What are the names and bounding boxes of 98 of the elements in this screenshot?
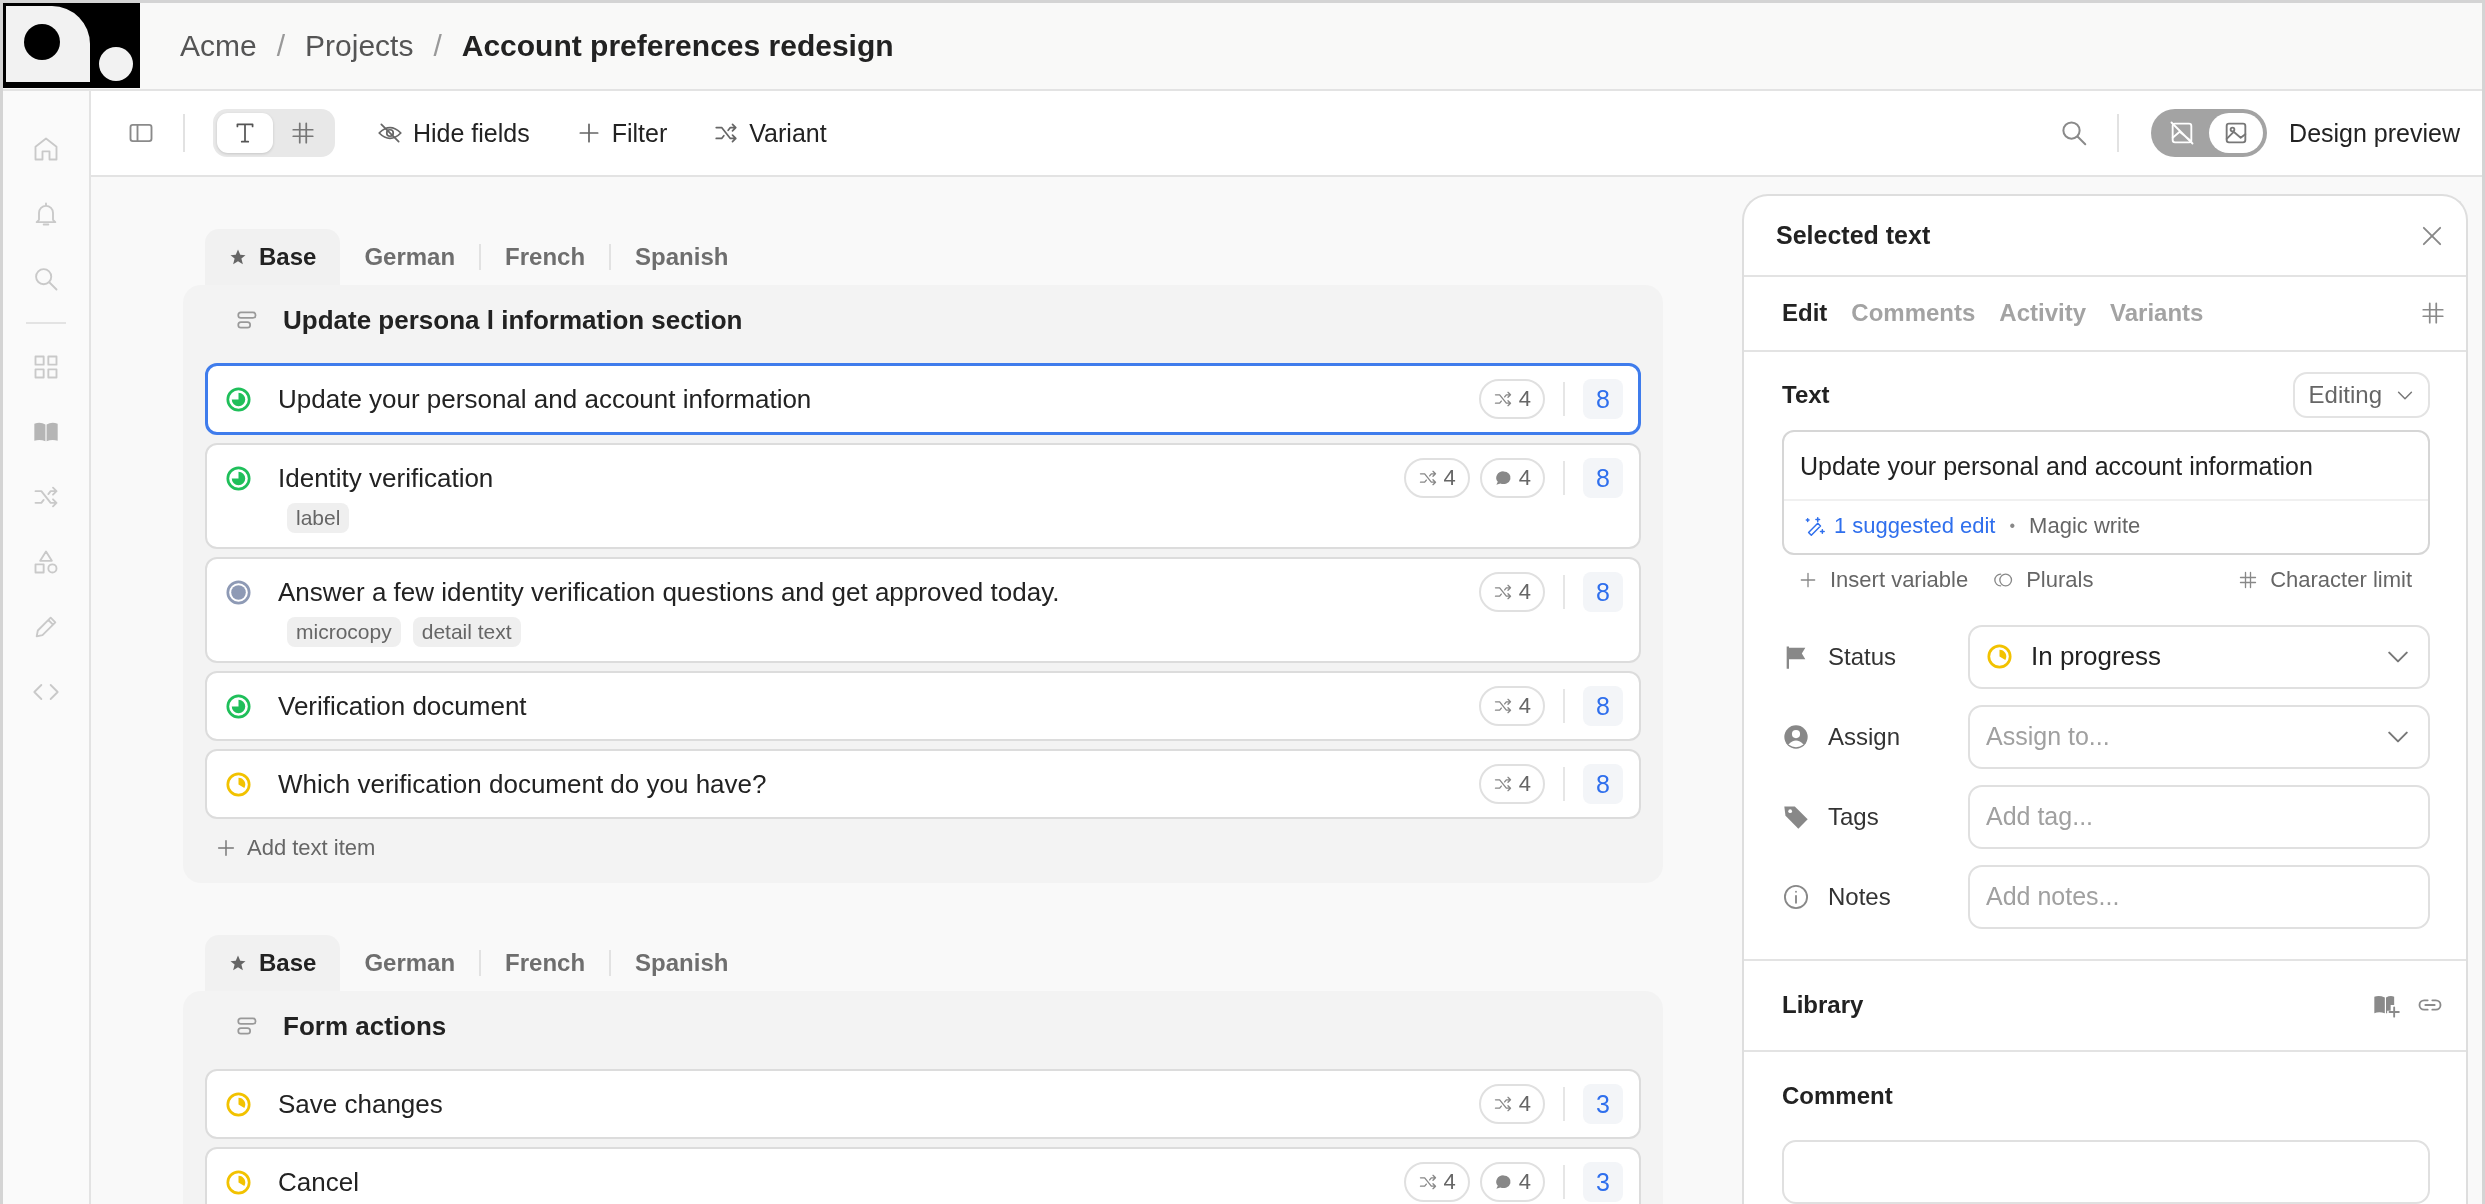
eye-off-icon — [377, 120, 403, 146]
text-item: Save changes — [278, 1088, 443, 1120]
shuffle-icon — [1492, 696, 1513, 716]
language-tab[interactable]: French — [481, 229, 610, 285]
count-badge[interactable]: 8 — [1583, 686, 1623, 726]
section-title: Update persona l information section — [283, 304, 743, 336]
comments-count[interactable]: 4 — [1479, 1162, 1545, 1202]
shuffle-icon — [1417, 468, 1438, 488]
hash-icon — [290, 120, 316, 146]
count-badge[interactable]: 8 — [1583, 572, 1623, 612]
view-toggle[interactable] — [213, 109, 335, 157]
text-item-card[interactable]: Answer a few identity verification questions and get approved today. 4 8 microcopy detail text — [205, 557, 1641, 663]
count-badge[interactable]: 8 — [1583, 379, 1623, 419]
insert-variable-button[interactable]: Insert variable — [1798, 566, 1969, 593]
language-tab[interactable]: Base — [205, 935, 341, 991]
filter-button[interactable]: Filter — [565, 112, 678, 154]
magic-write-link[interactable]: Magic write — [2029, 512, 2141, 539]
count-badge[interactable]: 3 — [1583, 1084, 1623, 1124]
plus-icon — [215, 837, 237, 859]
variants-count[interactable]: 4 — [1403, 458, 1470, 498]
info-icon — [1782, 882, 1810, 911]
text-item: Cancel — [278, 1166, 359, 1198]
plurals-button[interactable]: Plurals — [1994, 566, 2094, 593]
section-title: Form actions — [283, 1010, 447, 1042]
notes-input[interactable]: Add notes... — [1968, 864, 2430, 929]
breadcrumb-link[interactable]: Acme — [180, 29, 257, 63]
comments-count[interactable]: 4 — [1479, 458, 1545, 498]
text-item-card[interactable]: Save changes 4 3 — [205, 1069, 1641, 1139]
hash-icon[interactable] — [2420, 300, 2446, 327]
language-tab[interactable]: Spanish — [611, 229, 753, 285]
text-item: Update your personal and account information — [278, 383, 812, 415]
shuffle-icon — [713, 120, 740, 146]
user-icon — [1782, 722, 1810, 751]
variants-count[interactable]: 4 — [1478, 572, 1545, 612]
language-tab[interactable]: Spanish — [611, 935, 753, 991]
language-tab[interactable]: French — [481, 935, 610, 991]
hide-fields-button[interactable]: Hide fields — [367, 112, 540, 154]
breadcrumb-current: Account preferences redesign — [461, 29, 894, 63]
tag[interactable]: microcopy — [287, 617, 401, 647]
language-tab[interactable]: German — [340, 935, 480, 991]
breadcrumb-link[interactable]: Projects — [305, 29, 414, 63]
panel-tab[interactable]: Edit — [1782, 299, 1828, 328]
mode-dropdown[interactable]: Editing — [2292, 371, 2430, 418]
character-limit-button[interactable]: Character limit — [2238, 566, 2412, 593]
field-label: Status — [1828, 642, 1898, 671]
tags-input[interactable]: Add tag... — [1968, 784, 2430, 849]
assign-dropdown[interactable]: Assign to... — [1968, 704, 2430, 769]
shuffle-icon — [1417, 1172, 1438, 1192]
text-item-card[interactable]: Verification document 4 8 — [205, 671, 1641, 741]
variants-count[interactable]: 4 — [1478, 1084, 1545, 1124]
tag[interactable]: label — [287, 503, 350, 533]
tag[interactable]: detail text — [412, 617, 521, 647]
field-label: Assign — [1828, 722, 1902, 751]
shuffle-icon — [1492, 1094, 1513, 1114]
count-badge[interactable]: 8 — [1583, 764, 1623, 804]
variants-count[interactable]: 4 — [1403, 1162, 1470, 1202]
section-label: Text — [1782, 380, 1830, 409]
language-tab[interactable]: Base — [205, 229, 341, 285]
text-item-card[interactable]: Update your personal and account information 4 8 — [205, 363, 1641, 435]
text-view-button[interactable] — [217, 113, 273, 153]
text-item-card[interactable]: Identity verification 4 4 8 label — [205, 443, 1641, 549]
preview-toggle[interactable] — [2151, 109, 2268, 157]
text-item-card[interactable]: Which verification document do you have? 4 8 — [205, 749, 1641, 819]
add-text-item-button[interactable]: Add text item — [205, 827, 386, 869]
variant-button[interactable]: Variant — [703, 112, 837, 154]
variants-count[interactable]: 4 — [1478, 764, 1545, 804]
text-editor[interactable]: Update your personal and account information 1 suggested edit • Magic write — [1782, 429, 2430, 555]
field-label: Tags — [1828, 802, 1880, 831]
breadcrumb-separator: / — [276, 29, 286, 63]
shuffle-icon — [1492, 389, 1513, 409]
section-label: Comment — [1782, 1082, 1894, 1110]
image-button[interactable] — [2209, 113, 2264, 153]
shuffle-icon — [1492, 774, 1513, 794]
chevron-icon — [2388, 730, 2408, 743]
suggested-edit-link[interactable]: 1 suggested edit — [1804, 512, 1996, 539]
hash-icon — [2238, 569, 2259, 590]
count-badge[interactable]: 8 — [1583, 458, 1623, 498]
language-tab[interactable]: German — [340, 229, 480, 285]
design-preview-label: Design preview — [2289, 118, 2460, 148]
separator-dot: • — [2009, 516, 2016, 535]
breadcrumb-separator: / — [433, 29, 442, 63]
text-item: Verification document — [278, 690, 527, 722]
panel-title: Selected text — [1776, 221, 1931, 251]
count-badge[interactable]: 3 — [1583, 1162, 1623, 1202]
text-item: Identity verification — [278, 462, 494, 494]
variants-count[interactable]: 4 — [1478, 379, 1545, 419]
magic-pen-icon — [1804, 514, 1826, 537]
comment-input[interactable] — [1782, 1140, 2430, 1204]
status-dropdown[interactable]: In progress — [1968, 624, 2430, 689]
section-label: Library — [1782, 991, 1864, 1020]
chevron-icon — [2388, 650, 2408, 663]
text-value: Update your personal and account information — [1784, 431, 2428, 501]
text-item: Answer a few identity verification questions and get approved today. — [278, 576, 1060, 608]
variants-count[interactable]: 4 — [1478, 686, 1545, 726]
shuffle-icon — [1492, 582, 1513, 602]
text-item: Which verification document do you have? — [278, 768, 767, 800]
field-label: Notes — [1828, 882, 1892, 911]
text-item-card[interactable]: Cancel 4 4 3 — [205, 1147, 1641, 1204]
